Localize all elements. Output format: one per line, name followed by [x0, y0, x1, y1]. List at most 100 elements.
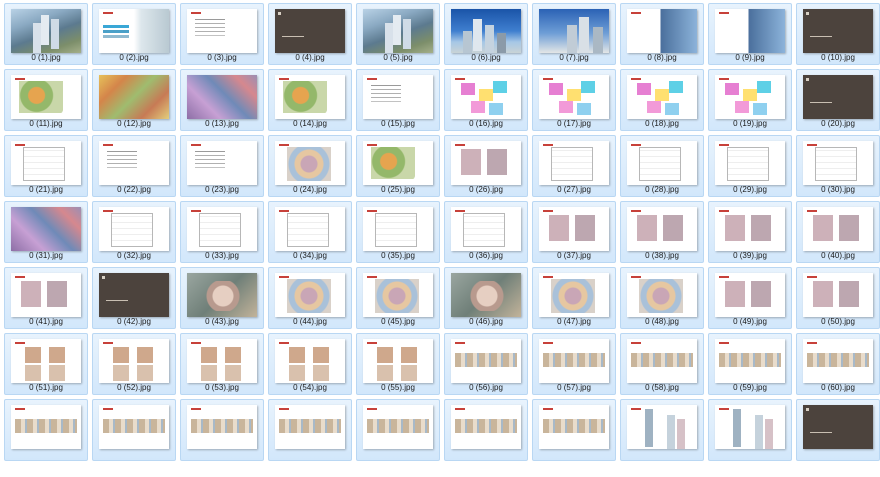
- file-item[interactable]: 0 (49).jpg: [708, 267, 792, 329]
- file-item[interactable]: 0 (6).jpg: [444, 3, 528, 65]
- file-item[interactable]: 0 (27).jpg: [532, 135, 616, 197]
- file-item[interactable]: 0 (20).jpg: [796, 69, 880, 131]
- file-item[interactable]: 0 (8).jpg: [620, 3, 704, 65]
- file-thumbnail: [187, 339, 257, 383]
- file-thumbnail: [99, 405, 169, 449]
- file-item[interactable]: [532, 399, 616, 461]
- file-item[interactable]: 0 (44).jpg: [268, 267, 352, 329]
- file-item[interactable]: 0 (59).jpg: [708, 333, 792, 395]
- file-item[interactable]: 0 (25).jpg: [356, 135, 440, 197]
- file-thumbnail: [187, 273, 257, 317]
- file-name: 0 (9).jpg: [735, 53, 765, 62]
- file-item[interactable]: 0 (17).jpg: [532, 69, 616, 131]
- thumbnail-label-mark: [631, 144, 641, 146]
- file-item[interactable]: 0 (51).jpg: [4, 333, 88, 395]
- file-item[interactable]: 0 (42).jpg: [92, 267, 176, 329]
- file-item[interactable]: 0 (10).jpg: [796, 3, 880, 65]
- thumbnail-label-mark: [191, 144, 201, 146]
- file-item[interactable]: [4, 399, 88, 461]
- file-thumbnail: [803, 207, 873, 251]
- file-item[interactable]: 0 (33).jpg: [180, 201, 264, 263]
- file-thumbnail: [451, 207, 521, 251]
- file-name: 0 (53).jpg: [205, 383, 239, 392]
- file-item[interactable]: 0 (38).jpg: [620, 201, 704, 263]
- file-item[interactable]: [444, 399, 528, 461]
- file-item[interactable]: 0 (12).jpg: [92, 69, 176, 131]
- file-item[interactable]: 0 (18).jpg: [620, 69, 704, 131]
- file-item[interactable]: 0 (47).jpg: [532, 267, 616, 329]
- file-thumbnail: [99, 207, 169, 251]
- file-item[interactable]: 0 (29).jpg: [708, 135, 792, 197]
- thumbnail-label-mark: [279, 276, 289, 278]
- thumbnail-label-mark: [279, 210, 289, 212]
- file-item[interactable]: 0 (54).jpg: [268, 333, 352, 395]
- file-item[interactable]: 0 (14).jpg: [268, 69, 352, 131]
- file-item[interactable]: 0 (15).jpg: [356, 69, 440, 131]
- file-item[interactable]: [92, 399, 176, 461]
- file-thumbnail: [11, 273, 81, 317]
- file-item[interactable]: 0 (36).jpg: [444, 201, 528, 263]
- thumbnail-label-mark: [719, 210, 729, 212]
- file-item[interactable]: [620, 399, 704, 461]
- file-item[interactable]: 0 (56).jpg: [444, 333, 528, 395]
- file-item[interactable]: 0 (39).jpg: [708, 201, 792, 263]
- file-item[interactable]: 0 (40).jpg: [796, 201, 880, 263]
- file-thumbnail: [539, 339, 609, 383]
- file-item[interactable]: 0 (37).jpg: [532, 201, 616, 263]
- file-name: 0 (26).jpg: [469, 185, 503, 194]
- file-item[interactable]: 0 (35).jpg: [356, 201, 440, 263]
- file-item[interactable]: 0 (7).jpg: [532, 3, 616, 65]
- file-item[interactable]: 0 (55).jpg: [356, 333, 440, 395]
- file-item[interactable]: 0 (5).jpg: [356, 3, 440, 65]
- file-item[interactable]: 0 (32).jpg: [92, 201, 176, 263]
- file-thumbnail: [363, 273, 433, 317]
- thumbnail-label-mark: [543, 276, 553, 278]
- file-item[interactable]: 0 (19).jpg: [708, 69, 792, 131]
- file-item[interactable]: 0 (34).jpg: [268, 201, 352, 263]
- file-item[interactable]: 0 (22).jpg: [92, 135, 176, 197]
- file-name: 0 (60).jpg: [821, 383, 855, 392]
- file-item[interactable]: 0 (16).jpg: [444, 69, 528, 131]
- file-item[interactable]: [268, 399, 352, 461]
- file-item[interactable]: 0 (43).jpg: [180, 267, 264, 329]
- thumbnail-label-mark: [15, 144, 25, 146]
- file-item[interactable]: 0 (50).jpg: [796, 267, 880, 329]
- file-item[interactable]: 0 (2).jpg: [92, 3, 176, 65]
- file-item[interactable]: 0 (57).jpg: [532, 333, 616, 395]
- file-item[interactable]: 0 (4).jpg: [268, 3, 352, 65]
- file-item[interactable]: 0 (24).jpg: [268, 135, 352, 197]
- file-thumbnail: [715, 141, 785, 185]
- file-item[interactable]: 0 (26).jpg: [444, 135, 528, 197]
- file-item[interactable]: 0 (45).jpg: [356, 267, 440, 329]
- file-item[interactable]: [180, 399, 264, 461]
- file-item[interactable]: [708, 399, 792, 461]
- file-item[interactable]: 0 (52).jpg: [92, 333, 176, 395]
- file-item[interactable]: 0 (1).jpg: [4, 3, 88, 65]
- file-thumbnail: [803, 339, 873, 383]
- file-item[interactable]: 0 (13).jpg: [180, 69, 264, 131]
- file-item[interactable]: 0 (58).jpg: [620, 333, 704, 395]
- file-thumbnail: [803, 405, 873, 449]
- file-thumbnail: [363, 339, 433, 383]
- file-item[interactable]: [796, 399, 880, 461]
- file-item[interactable]: 0 (41).jpg: [4, 267, 88, 329]
- file-item[interactable]: 0 (21).jpg: [4, 135, 88, 197]
- file-item[interactable]: 0 (3).jpg: [180, 3, 264, 65]
- file-item[interactable]: 0 (60).jpg: [796, 333, 880, 395]
- file-item[interactable]: 0 (11).jpg: [4, 69, 88, 131]
- thumbnail-label-mark: [191, 342, 201, 344]
- file-item[interactable]: 0 (23).jpg: [180, 135, 264, 197]
- file-item[interactable]: 0 (46).jpg: [444, 267, 528, 329]
- file-item[interactable]: 0 (53).jpg: [180, 333, 264, 395]
- file-item[interactable]: 0 (48).jpg: [620, 267, 704, 329]
- file-name: 0 (46).jpg: [469, 317, 503, 326]
- file-item[interactable]: [356, 399, 440, 461]
- file-item[interactable]: 0 (9).jpg: [708, 3, 792, 65]
- file-item[interactable]: 0 (30).jpg: [796, 135, 880, 197]
- file-name: 0 (59).jpg: [733, 383, 767, 392]
- file-item[interactable]: 0 (28).jpg: [620, 135, 704, 197]
- thumbnail-label-mark: [631, 342, 641, 344]
- file-item[interactable]: 0 (31).jpg: [4, 201, 88, 263]
- file-name: 0 (5).jpg: [383, 53, 413, 62]
- file-thumbnail: [99, 273, 169, 317]
